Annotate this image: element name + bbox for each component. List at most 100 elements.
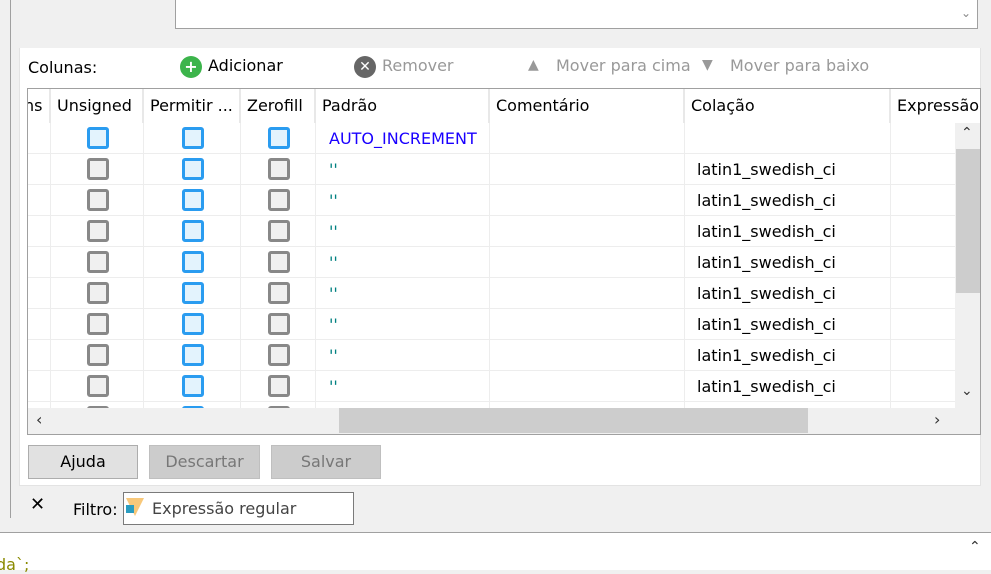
unsigned-checkbox[interactable]: [86, 251, 109, 273]
comment-textarea[interactable]: ⌄: [175, 0, 978, 29]
zerofill-checkbox[interactable]: [267, 344, 290, 366]
allow-null-checkbox[interactable]: [181, 282, 204, 304]
allow-null-checkbox[interactable]: [181, 251, 204, 273]
zerofill-checkbox[interactable]: [267, 251, 290, 273]
grid-cell[interactable]: [28, 340, 51, 371]
grid-cell[interactable]: [28, 371, 51, 402]
horizontal-scroll-thumb[interactable]: [339, 408, 808, 433]
scroll-up-icon[interactable]: ⌃: [969, 539, 981, 555]
grid-cell[interactable]: [316, 340, 490, 371]
move-up-icon: ▲: [528, 57, 539, 73]
filter-input[interactable]: Expressão regular: [123, 492, 354, 525]
zerofill-checkbox[interactable]: [267, 189, 290, 211]
table-row[interactable]: AUTO_INCREMENT: [28, 123, 956, 154]
scroll-down-icon[interactable]: ⌄: [961, 383, 973, 399]
unsigned-checkbox[interactable]: [86, 127, 109, 149]
zerofill-checkbox[interactable]: [267, 313, 290, 335]
grid-cell[interactable]: [490, 309, 685, 340]
grid-cell[interactable]: [316, 309, 490, 340]
sql-editor[interactable]: da`; ⌃: [0, 532, 991, 574]
grid-cell[interactable]: [316, 278, 490, 309]
table-row[interactable]: '' latin1_swedish_ci: [28, 154, 956, 185]
unsigned-checkbox[interactable]: [86, 375, 109, 397]
zerofill-checkbox[interactable]: [267, 220, 290, 242]
grid-cell[interactable]: [28, 247, 51, 278]
table-row[interactable]: '' latin1_swedish_ci: [28, 371, 956, 402]
column-header[interactable]: Unsigned: [51, 89, 144, 123]
table-row[interactable]: '' latin1_swedish_ci: [28, 309, 956, 340]
collation-value: latin1_swedish_ci: [697, 377, 836, 396]
help-button[interactable]: Ajuda: [28, 445, 138, 479]
allow-null-checkbox[interactable]: [181, 127, 204, 149]
grid-cell[interactable]: [490, 371, 685, 402]
allow-null-checkbox[interactable]: [181, 220, 204, 242]
column-header[interactable]: Permitir ...: [144, 89, 241, 123]
column-header[interactable]: Padrão: [316, 89, 490, 123]
unsigned-checkbox[interactable]: [86, 282, 109, 304]
table-row[interactable]: '' latin1_swedish_ci: [28, 216, 956, 247]
discard-button[interactable]: Descartar: [149, 445, 260, 479]
grid-cell[interactable]: [490, 216, 685, 247]
column-header[interactable]: Comentário: [490, 89, 685, 123]
allow-null-checkbox[interactable]: [181, 313, 204, 335]
default-value: '': [329, 346, 338, 365]
move-down-button[interactable]: Mover para baixo: [730, 56, 869, 75]
grid-cell[interactable]: [28, 278, 51, 309]
add-icon[interactable]: +: [180, 56, 202, 78]
scroll-right-icon[interactable]: ›: [934, 410, 940, 429]
columns-grid[interactable]: nsUnsignedPermitir ...ZerofillPadrãoCome…: [27, 88, 981, 435]
scroll-down-icon[interactable]: ⌄: [961, 6, 971, 20]
grid-cell[interactable]: [490, 278, 685, 309]
zerofill-checkbox[interactable]: [267, 158, 290, 180]
grid-cell[interactable]: [316, 371, 490, 402]
close-filter-icon[interactable]: ✕: [30, 494, 45, 515]
filter-placeholder: Expressão regular: [152, 499, 297, 518]
default-value: '': [329, 191, 338, 210]
allow-null-checkbox[interactable]: [181, 158, 204, 180]
allow-null-checkbox[interactable]: [181, 189, 204, 211]
grid-cell[interactable]: [316, 154, 490, 185]
grid-cell[interactable]: [316, 185, 490, 216]
default-value: '': [329, 377, 338, 396]
grid-cell[interactable]: [28, 185, 51, 216]
grid-cell[interactable]: [316, 216, 490, 247]
table-row[interactable]: '' latin1_swedish_ci: [28, 247, 956, 278]
grid-cell[interactable]: [28, 123, 51, 154]
grid-cell[interactable]: [28, 309, 51, 340]
grid-cell[interactable]: [490, 340, 685, 371]
grid-cell[interactable]: [490, 123, 685, 154]
column-header[interactable]: Expressão: [891, 89, 980, 123]
grid-cell[interactable]: [490, 185, 685, 216]
unsigned-checkbox[interactable]: [86, 344, 109, 366]
grid-cell[interactable]: [685, 123, 891, 154]
unsigned-checkbox[interactable]: [86, 313, 109, 335]
column-header[interactable]: ns: [28, 89, 51, 123]
unsigned-checkbox[interactable]: [86, 220, 109, 242]
allow-null-checkbox[interactable]: [181, 375, 204, 397]
column-header[interactable]: Zerofill: [241, 89, 316, 123]
column-header[interactable]: Colação: [685, 89, 891, 123]
default-value: '': [329, 160, 338, 179]
scroll-up-icon[interactable]: ⌃: [961, 125, 973, 141]
vertical-scroll-thumb[interactable]: [956, 149, 980, 293]
zerofill-checkbox[interactable]: [267, 127, 290, 149]
grid-cell[interactable]: [28, 154, 51, 185]
scroll-left-icon[interactable]: ‹: [36, 410, 42, 429]
allow-null-checkbox[interactable]: [181, 344, 204, 366]
table-row[interactable]: '' latin1_swedish_ci: [28, 340, 956, 371]
zerofill-checkbox[interactable]: [267, 375, 290, 397]
grid-cell[interactable]: [490, 247, 685, 278]
save-button[interactable]: Salvar: [271, 445, 381, 479]
grid-cell[interactable]: [316, 247, 490, 278]
add-column-button[interactable]: Adicionar: [208, 56, 283, 75]
unsigned-checkbox[interactable]: [86, 189, 109, 211]
zerofill-checkbox[interactable]: [267, 282, 290, 304]
table-row[interactable]: '' latin1_swedish_ci: [28, 278, 956, 309]
move-down-icon: ▼: [702, 57, 713, 73]
grid-cell[interactable]: [28, 216, 51, 247]
table-row[interactable]: '' latin1_swedish_ci: [28, 185, 956, 216]
move-up-button[interactable]: Mover para cima: [556, 56, 691, 75]
grid-cell[interactable]: [490, 154, 685, 185]
remove-column-button[interactable]: Remover: [382, 56, 454, 75]
unsigned-checkbox[interactable]: [86, 158, 109, 180]
